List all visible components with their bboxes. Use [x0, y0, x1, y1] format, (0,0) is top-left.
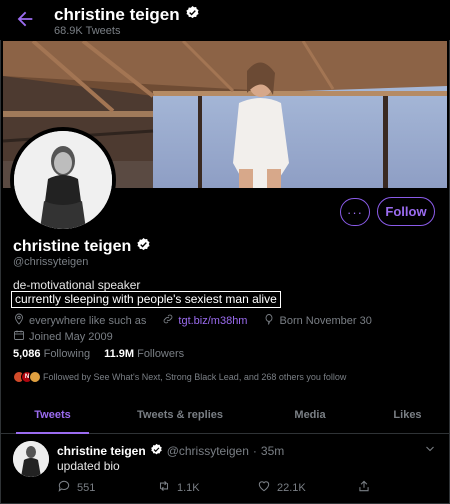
follow-stats: 5,086 Following 11.9M Followers [13, 348, 184, 360]
tweet-avatar[interactable] [13, 441, 49, 477]
followers-stat[interactable]: 11.9M Followers [104, 348, 184, 360]
verified-badge-icon [150, 443, 163, 459]
arrow-left-icon[interactable] [14, 8, 36, 30]
retweet-icon [157, 479, 171, 496]
follower-avatar [29, 371, 41, 383]
share-icon [357, 479, 371, 496]
profile-avatar[interactable] [10, 127, 116, 233]
retweet-button[interactable]: 1.1K [157, 479, 200, 496]
bio-line-2: currently sleeping with people's sexiest… [11, 291, 281, 308]
tweet-count: 68.9K Tweets [54, 25, 121, 37]
profile-header: christine teigen 68.9K Tweets [0, 0, 450, 40]
followed-by-avatars: N [13, 371, 41, 383]
following-label: Following [43, 348, 91, 360]
profile-name: christine teigen [13, 237, 151, 257]
reply-icon [57, 479, 71, 496]
following-stat[interactable]: 5,086 Following [13, 348, 90, 360]
tab-media[interactable]: Media [255, 397, 365, 433]
share-button[interactable] [357, 479, 371, 496]
born-text: Born November 30 [279, 314, 372, 327]
link-icon [162, 313, 174, 328]
followers-label: Followers [137, 348, 185, 360]
like-button[interactable]: 22.1K [257, 479, 306, 496]
tweet-avatar-photo [13, 441, 49, 477]
profile-tabs: Tweets Tweets & replies Media Likes [0, 397, 450, 434]
bio-line-1: de-motivational speaker [13, 278, 141, 292]
joined-text: Joined May 2009 [29, 330, 113, 343]
like-count: 22.1K [277, 481, 306, 494]
chevron-down-icon[interactable] [424, 442, 436, 454]
tweet-author-handle[interactable]: @chrissyteigen [167, 444, 249, 458]
more-options-label: ··· [347, 204, 363, 220]
balloon-icon [263, 313, 275, 328]
followers-count: 11.9M [104, 348, 135, 360]
tab-likes[interactable]: Likes [365, 397, 450, 433]
retweet-count: 1.1K [177, 481, 200, 494]
location-text: everywhere like such as [29, 314, 147, 327]
tweet-text: updated bio [57, 459, 120, 473]
avatar-photo [14, 131, 112, 229]
more-options-button[interactable]: ··· [340, 198, 370, 226]
tab-tweets-and-replies[interactable]: Tweets & replies [105, 397, 255, 433]
header-name: christine teigen [54, 5, 180, 24]
tweet-time[interactable]: 35m [261, 444, 284, 458]
calendar-icon [13, 329, 25, 344]
heart-icon [257, 479, 271, 496]
profile-meta: everywhere like such as tgt.biz/m38hm Bo… [13, 313, 372, 328]
verified-badge-icon [185, 5, 200, 25]
tweet-separator: · [252, 444, 257, 458]
follow-button[interactable]: Follow [377, 197, 435, 226]
followed-by[interactable]: N Followed by See What's Next, Strong Bl… [13, 371, 346, 383]
profile-name-text: christine teigen [13, 238, 132, 255]
verified-badge-icon [136, 237, 151, 257]
profile-link[interactable]: tgt.biz/m38hm [178, 315, 247, 327]
tweet-header: christine teigen @chrissyteigen · 35m [57, 443, 284, 459]
tab-tweets[interactable]: Tweets [0, 397, 105, 434]
header-title: christine teigen [54, 5, 200, 25]
reply-count: 551 [77, 481, 96, 494]
following-count: 5,086 [13, 348, 41, 360]
reply-button[interactable]: 551 [57, 479, 95, 496]
followed-by-text: Followed by See What's Next, Strong Blac… [43, 372, 347, 382]
tweet-actions: 551 1.1K 22.1K [57, 479, 417, 495]
profile-joined: Joined May 2009 [13, 329, 113, 344]
tweet-author-name[interactable]: christine teigen [57, 444, 146, 458]
location-pin-icon [13, 313, 25, 328]
profile-handle: @chrissyteigen [13, 256, 89, 268]
